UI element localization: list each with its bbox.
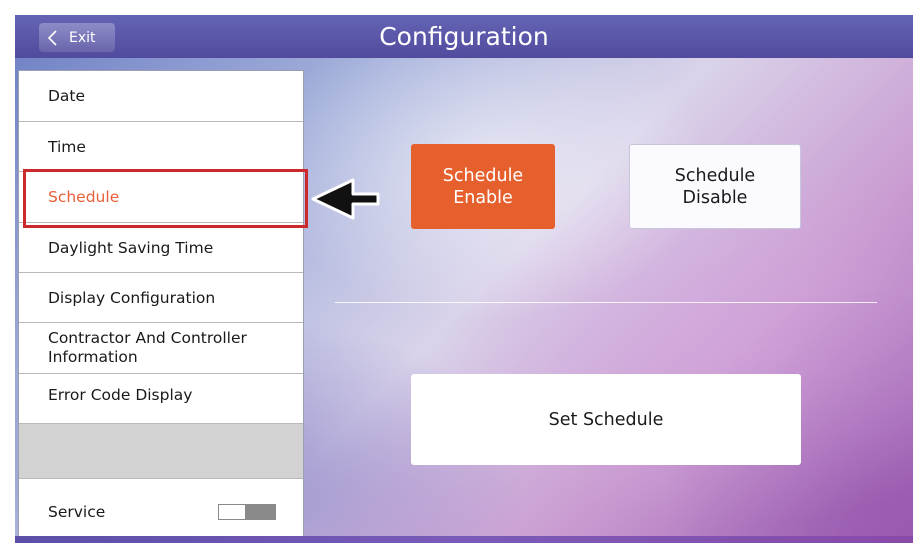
menu-item-label: Date [48,87,86,105]
schedule-disable-line1: Schedule [674,165,756,186]
menu-item-time[interactable]: Time [19,122,303,172]
menu-item-display-configuration[interactable]: Display Configuration [19,273,303,323]
menu-item-label: Contractor And Controller Information [48,329,247,366]
menu-empty-slot [19,424,303,479]
service-toggle[interactable] [218,504,276,520]
toggle-knob [245,505,275,519]
header-bar: Configuration Exit [15,15,913,58]
settings-menu: Date Time Schedule Daylight Saving Time … [18,70,304,543]
schedule-disable-line2: Disable [682,187,748,208]
service-row: Service [19,479,303,543]
menu-item-label: Error Code Display [48,386,193,404]
page-title: Configuration [379,22,549,51]
section-divider [335,302,877,303]
schedule-enable-button[interactable]: Schedule Enable [411,144,555,229]
menu-item-label: Display Configuration [48,288,216,307]
chevron-left-icon [47,29,57,46]
menu-item-label: Daylight Saving Time [48,238,214,257]
arrow-left-icon [311,178,380,220]
schedule-enable-line2: Enable [453,187,513,208]
schedule-enable-text: Schedule Enable [443,165,523,209]
bottom-bar [15,536,913,543]
schedule-disable-button[interactable]: Schedule Disable [629,144,801,229]
service-label: Service [48,503,106,521]
device-frame: Configuration Exit Date Time Schedule Da… [0,0,924,551]
menu-item-error-code-display[interactable]: Error Code Display [19,374,303,424]
schedule-enable-line1: Schedule [442,165,524,186]
schedule-disable-text: Schedule Disable [675,165,755,209]
menu-item-contractor-information[interactable]: Contractor And Controller Information [19,323,303,374]
menu-item-label: Time [48,137,86,156]
set-schedule-label: Set Schedule [548,409,664,430]
menu-item-date[interactable]: Date [19,71,303,122]
exit-button[interactable]: Exit [39,23,115,52]
screen: Configuration Exit Date Time Schedule Da… [15,15,913,543]
annotation-highlight-box [23,169,308,228]
menu-item-daylight-saving-time[interactable]: Daylight Saving Time [19,223,303,273]
exit-label: Exit [69,29,96,46]
set-schedule-button[interactable]: Set Schedule [411,374,801,465]
